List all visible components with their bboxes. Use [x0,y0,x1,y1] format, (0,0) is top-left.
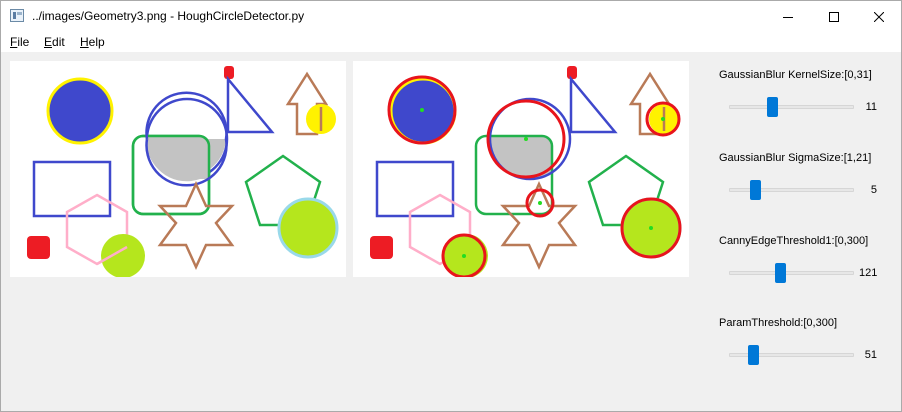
maximize-icon [829,11,839,22]
param-threshold-value: 51 [864,349,877,361]
title-bar[interactable]: ../images/Geometry3.png - HoughCircleDet… [1,1,901,32]
small-red-square-shape [224,66,234,79]
kernel-size-value: 11 [865,101,877,113]
menu-bar: File Edit Help [1,32,901,52]
red-rounded-square-shape [27,236,50,259]
menu-file[interactable]: File [10,35,29,49]
app-window: ../images/Geometry3.png - HoughCircleDet… [0,0,902,412]
menu-edit[interactable]: Edit [44,35,65,49]
detected-image-panel [353,61,689,279]
minimize-icon [783,16,793,18]
minimize-button[interactable] [765,1,811,32]
detected-circle-center [524,137,528,141]
detected-circle-center [661,117,665,121]
star-shape [157,180,235,271]
lime-circle-bottom-shape [101,234,145,278]
window-title: ../images/Geometry3.png - HoughCircleDet… [32,9,305,23]
menu-help[interactable]: Help [80,35,105,49]
canny-threshold-label: CannyEdgeThreshold1:[0,300] [719,235,869,247]
gray-region-fill [145,136,209,180]
kernel-size-slider[interactable] [766,97,778,117]
original-image [27,66,339,278]
kernel-size-track[interactable] [729,105,854,109]
canny-threshold-value: 121 [859,267,878,279]
param-threshold-label: ParamThreshold:[0,300] [719,317,838,329]
detected-circle-center [420,108,424,112]
app-icon [10,9,24,22]
sigma-size-slider[interactable] [749,180,761,200]
canny-threshold-track[interactable] [729,271,854,275]
close-button[interactable] [856,1,902,32]
detected-circle-center [538,201,542,205]
kernel-size-label: GaussianBlur KernelSize:[0,31] [719,69,872,81]
sigma-size-label: GaussianBlur SigmaSize:[1,21] [719,152,872,164]
detected-image [370,66,682,279]
param-threshold-slider[interactable] [748,345,760,365]
sigma-size-track[interactable] [729,188,854,192]
sigma-size-value: 5 [870,184,877,196]
maximize-button[interactable] [811,1,857,32]
detected-circle-center [649,226,653,230]
canny-threshold-slider[interactable] [774,263,786,283]
blue-circle-shape [46,77,114,145]
lime-circle-shape [277,197,339,259]
detected-circle-center [462,254,466,258]
original-image-panel [10,61,346,278]
close-icon [874,11,884,22]
triangle-shape [226,75,275,134]
